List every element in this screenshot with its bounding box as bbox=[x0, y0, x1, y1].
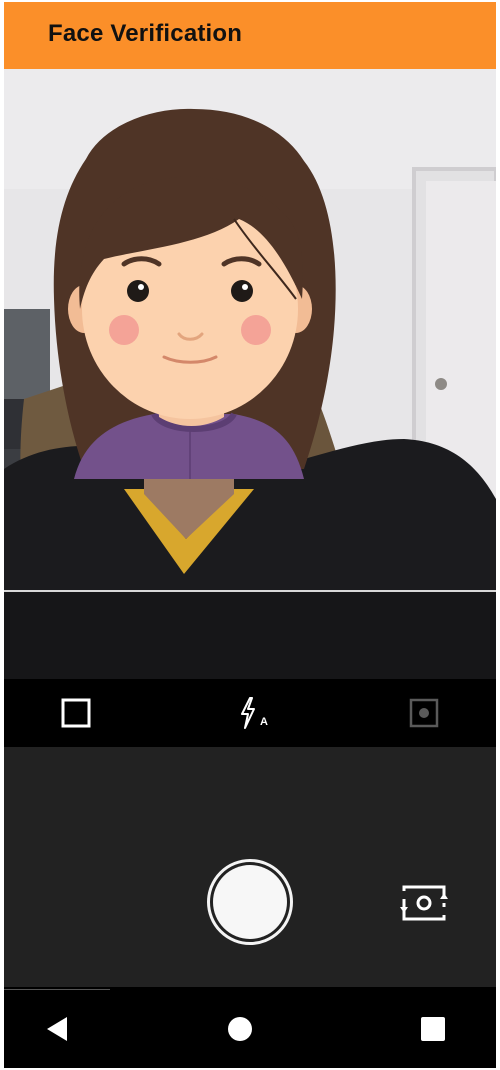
aspect-ratio-icon bbox=[61, 698, 91, 728]
shutter-inner bbox=[213, 865, 287, 939]
app-bar: Face Verification bbox=[4, 2, 496, 69]
nav-divider bbox=[4, 989, 110, 990]
app-frame: Face Verification A bbox=[4, 2, 496, 1068]
system-nav-bar bbox=[4, 987, 496, 1068]
shutter-button[interactable] bbox=[207, 859, 293, 945]
camera-viewfinder[interactable] bbox=[4, 69, 496, 679]
page-title: Face Verification bbox=[48, 20, 243, 47]
switch-camera-button[interactable] bbox=[400, 879, 448, 927]
recents-button[interactable] bbox=[413, 1009, 453, 1049]
home-icon bbox=[228, 1017, 252, 1041]
camera-mode-icon bbox=[409, 698, 439, 728]
camera-controls-bar: A bbox=[4, 679, 496, 747]
switch-camera-icon bbox=[400, 885, 448, 921]
capture-area bbox=[4, 747, 496, 987]
aspect-ratio-button[interactable] bbox=[41, 679, 111, 747]
flash-auto-button[interactable]: A bbox=[217, 679, 287, 747]
recents-icon bbox=[421, 1017, 445, 1041]
flash-auto-label: A bbox=[260, 716, 268, 728]
home-button[interactable] bbox=[220, 1009, 260, 1049]
camera-mode-button[interactable] bbox=[389, 679, 459, 747]
camera-preview-scene bbox=[4, 69, 496, 679]
back-button[interactable] bbox=[37, 1009, 77, 1049]
back-icon bbox=[47, 1017, 67, 1041]
